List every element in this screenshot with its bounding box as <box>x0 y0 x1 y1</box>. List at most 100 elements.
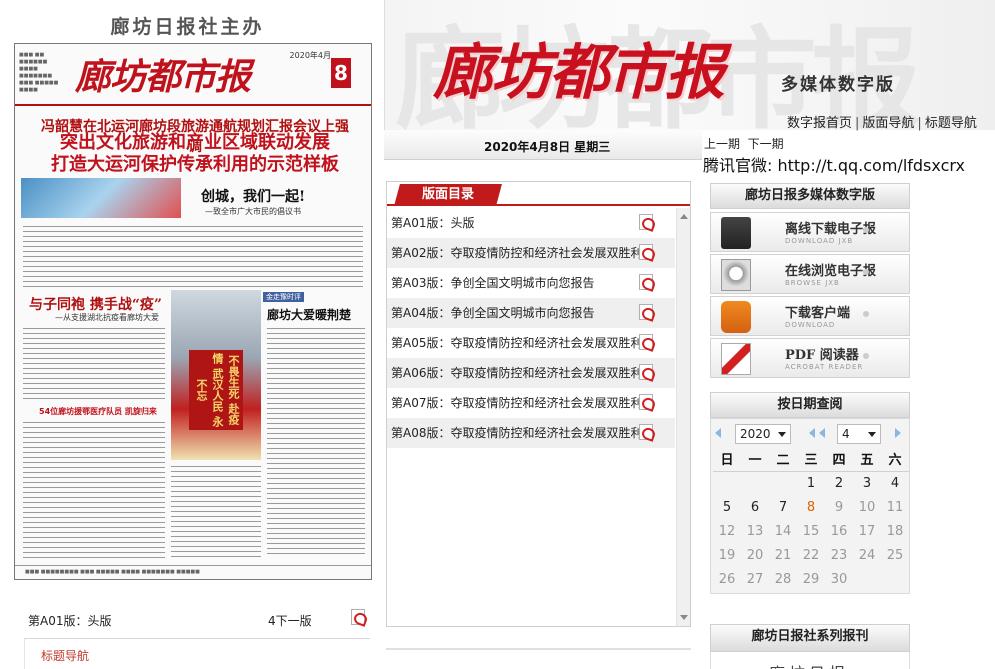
next-year-icon[interactable] <box>895 428 901 438</box>
page-pdf-download[interactable] <box>351 609 365 628</box>
contents-item[interactable]: 第A01版：头版 <box>387 208 675 238</box>
pdf-icon <box>639 214 653 230</box>
next-issue-link[interactable]: 下一期 <box>748 137 784 151</box>
pdf-reader-button[interactable]: PDF 阅读器 ACROBAT READER <box>710 338 910 378</box>
prev-month-icon[interactable] <box>819 428 825 438</box>
calendar-day: 27 <box>746 571 764 587</box>
paper-text-block <box>171 464 261 560</box>
title-nav-heading: 标题导航 <box>41 649 90 663</box>
pdf-download-button[interactable] <box>639 214 653 237</box>
paper-side-title: 廊坊大爱暖荆楚 <box>267 308 352 322</box>
offline-download-button[interactable]: 离线下载电子报 DOWNLOAD JXB <box>710 212 910 252</box>
contents-item[interactable]: 第A04版：争创全国文明城市向您报告 <box>387 298 675 328</box>
contents-item-label: 第A05版：夺取疫情防控和经济社会发展双胜利 <box>391 336 643 350</box>
prev-year-icon[interactable] <box>715 428 721 438</box>
pdf-download-button[interactable] <box>639 274 653 297</box>
paper-footer: ■■■ ■■■■■■■■ ■■■ ■■■■■ ■■■■ ■■■■■■■ ■■■■… <box>15 565 371 579</box>
contents-item[interactable]: 第A05版：夺取疫情防控和经济社会发展双胜利 <box>387 328 675 358</box>
client-download-button[interactable]: 下载客户端 DOWNLOAD <box>710 296 910 336</box>
paper-story-title: 与子同袍 携手战“疫” <box>29 297 162 313</box>
contents-item-label: 第A03版：争创全国文明城市向您报告 <box>391 276 595 290</box>
calendar: 2020 4 日一二三四五六 1 2 3 4 5 6 7 8 9 10 11 12 13 14 15 16 17… <box>710 418 910 594</box>
month-select[interactable]: 4 <box>837 424 881 444</box>
nav-title-link[interactable]: 标题导航 <box>925 116 977 131</box>
online-browse-label: 在线浏览电子报 <box>785 264 877 279</box>
year-select[interactable]: 2020 <box>735 424 791 444</box>
paper-masthead-info: ■■■ ■■ ■■■■■■ ■■■■ ■■■■■■■ ■■■ ■■■■■ ■■■… <box>19 52 59 93</box>
magnifier-icon <box>721 259 751 291</box>
contents-divider <box>386 648 691 650</box>
contents-item-label: 第A07版：夺取疫情防控和经济社会发展双胜利 <box>391 396 643 410</box>
calendar-day: 20 <box>746 547 764 563</box>
paper-article-subtitle: —致全市广大市民的倡议书 <box>205 207 301 216</box>
paper-date: 2020年4月 <box>289 51 331 60</box>
scroll-up-icon[interactable] <box>680 214 688 219</box>
calendar-day[interactable]: 7 <box>769 495 797 519</box>
paper-photo-banner: 不畏生死 赴疫情 武汉人民 永不忘 <box>189 350 243 430</box>
nav-layout-link[interactable]: 版面导航 <box>862 116 914 131</box>
newspaper-front-page-preview[interactable]: ■■■ ■■ ■■■■■■ ■■■■ ■■■■■■■ ■■■ ■■■■■ ■■■… <box>14 43 372 580</box>
calendar-day[interactable]: 8 <box>797 495 825 519</box>
calendar-day[interactable]: 1 <box>797 471 825 495</box>
calendar-controls: 2020 4 <box>711 422 909 446</box>
calendar-day: 18 <box>886 523 904 539</box>
series-list: 廊坊日报 <box>710 652 910 669</box>
calendar-week-row: 19 20 21 22 23 24 25 <box>713 543 909 567</box>
series-item[interactable]: 廊坊日报 <box>769 660 849 669</box>
contents-item[interactable]: 第A03版：争创全国文明城市向您报告 <box>387 268 675 298</box>
calendar-day[interactable]: 5 <box>713 495 741 519</box>
offline-download-label: 离线下载电子报 <box>785 222 877 237</box>
contents-tab-label: 版面目录 <box>421 187 474 202</box>
weekday-header: 五 <box>853 447 881 472</box>
pdf-download-button[interactable] <box>639 364 653 387</box>
prev-month-icon[interactable] <box>809 428 815 438</box>
calendar-day[interactable]: 3 <box>853 471 881 495</box>
paper-text-block <box>23 326 165 402</box>
contents-item[interactable]: 第A07版：夺取疫情防控和经济社会发展双胜利 <box>387 388 675 418</box>
nav-home-link[interactable]: 数字报首页 <box>787 116 852 131</box>
scroll-down-icon[interactable] <box>680 615 688 620</box>
online-browse-button[interactable]: 在线浏览电子报 BROWSE JXB <box>710 254 910 294</box>
paper-story-subtitle: —从支援湖北抗疫看廊坊大爱 <box>55 313 159 322</box>
pdf-icon <box>639 334 653 350</box>
acrobat-icon <box>721 343 751 375</box>
calendar-week-row: 5 6 7 8 9 10 11 <box>713 495 909 519</box>
pdf-download-button[interactable] <box>639 424 653 447</box>
contents-item-label: 第A02版：夺取疫情防控和经济社会发展双胜利 <box>391 246 643 260</box>
weekday-header: 日 <box>713 447 741 472</box>
pdf-download-button[interactable] <box>639 244 653 267</box>
pdf-download-button[interactable] <box>639 394 653 417</box>
contents-scrollbar[interactable] <box>676 208 690 626</box>
calendar-day: 30 <box>830 571 848 587</box>
calendar-day: 26 <box>718 571 736 587</box>
floppy-disk-icon <box>721 217 751 249</box>
weibo-link[interactable]: 腾讯官微: http://t.qq.com/lfdsxcrx <box>703 152 965 176</box>
contents-item[interactable]: 第A02版：夺取疫情防控和经济社会发展双胜利 <box>387 238 675 268</box>
date-search-heading: 按日期查阅 <box>710 392 910 418</box>
prev-issue-link[interactable]: 上一期 <box>704 137 740 151</box>
calendar-day: 10 <box>858 499 876 515</box>
weekday-header: 三 <box>797 447 825 472</box>
contents-item[interactable]: 第A06版：夺取疫情防控和经济社会发展双胜利 <box>387 358 675 388</box>
current-page-label: 第A01版：头版 <box>28 614 112 628</box>
calendar-day: 12 <box>718 523 736 539</box>
calendar-day: 19 <box>718 547 736 563</box>
pdf-icon <box>639 304 653 320</box>
sponsor-title: 廊坊日报社主办 <box>110 16 265 38</box>
pdf-icon <box>639 274 653 290</box>
pdf-download-button[interactable] <box>639 304 653 327</box>
calendar-day: 21 <box>774 547 792 563</box>
calendar-day: 11 <box>886 499 904 515</box>
client-download-en: DOWNLOAD <box>785 321 836 329</box>
next-page-link[interactable]: 4下一版 <box>268 612 312 629</box>
contents-item[interactable]: 第A08版：夺取疫情防控和经济社会发展双胜利 <box>387 418 675 448</box>
contents-tab[interactable]: 版面目录 <box>394 184 502 206</box>
calendar-empty-cell <box>769 471 797 495</box>
pdf-download-button[interactable] <box>639 334 653 357</box>
series-heading: 廊坊日报社系列报刊 <box>710 624 910 652</box>
calendar-day[interactable]: 2 <box>825 471 853 495</box>
calendar-day[interactable]: 4 <box>881 471 909 495</box>
contents-item-label: 第A08版：夺取疫情防控和经济社会发展双胜利 <box>391 426 643 440</box>
contents-item-label: 第A06版：夺取疫情防控和经济社会发展双胜利 <box>391 366 643 380</box>
calendar-day[interactable]: 6 <box>741 495 769 519</box>
